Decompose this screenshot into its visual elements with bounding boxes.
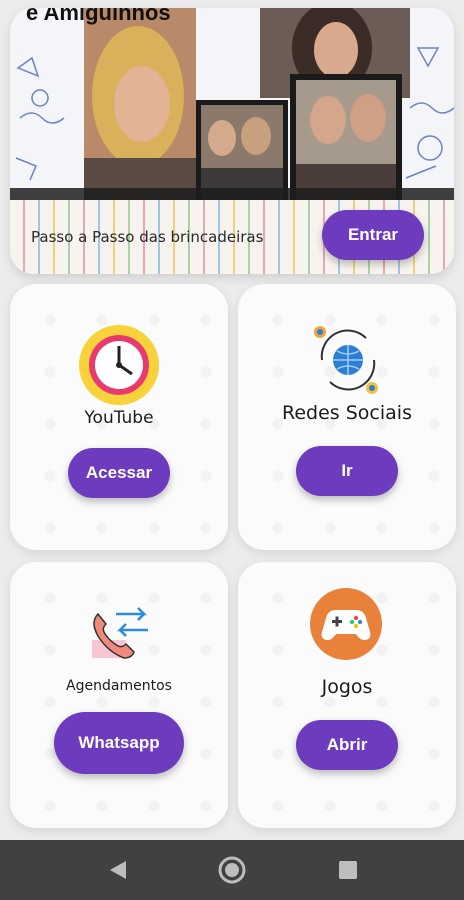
hero-title-fragment: e Amiguinhos [26, 8, 171, 25]
agendamentos-card: Agendamentos Whatsapp [10, 562, 228, 828]
ir-button[interactable]: Ir [296, 446, 398, 496]
home-icon [218, 856, 246, 884]
back-icon [110, 861, 126, 879]
recents-icon [339, 861, 357, 879]
back-button[interactable] [88, 840, 148, 900]
redes-sociais-card: Redes Sociais Ir [238, 284, 456, 550]
jogos-card: Jogos Abrir [238, 562, 456, 828]
entrar-button[interactable]: Entrar [322, 210, 424, 260]
whatsapp-button[interactable]: Whatsapp [54, 712, 184, 774]
system-navbar [0, 840, 464, 900]
abrir-button[interactable]: Abrir [296, 720, 398, 770]
youtube-card: YouTube Acessar [10, 284, 228, 550]
gamepad-icon [310, 588, 382, 660]
acessar-button[interactable]: Acessar [68, 448, 170, 498]
youtube-label: YouTube [84, 408, 154, 428]
hero-label: Passo a Passo das brincadeiras [31, 228, 264, 246]
globe-network-icon [314, 326, 378, 394]
phone-transfer-icon [92, 607, 148, 659]
jogos-label: Jogos [321, 676, 373, 698]
clock-icon [79, 325, 159, 405]
redes-sociais-label: Redes Sociais [282, 402, 412, 424]
hero-photo: e Amiguinhos [10, 8, 454, 200]
home-button[interactable] [202, 840, 262, 900]
recents-button[interactable] [318, 840, 378, 900]
agendamentos-label: Agendamentos [66, 678, 172, 694]
